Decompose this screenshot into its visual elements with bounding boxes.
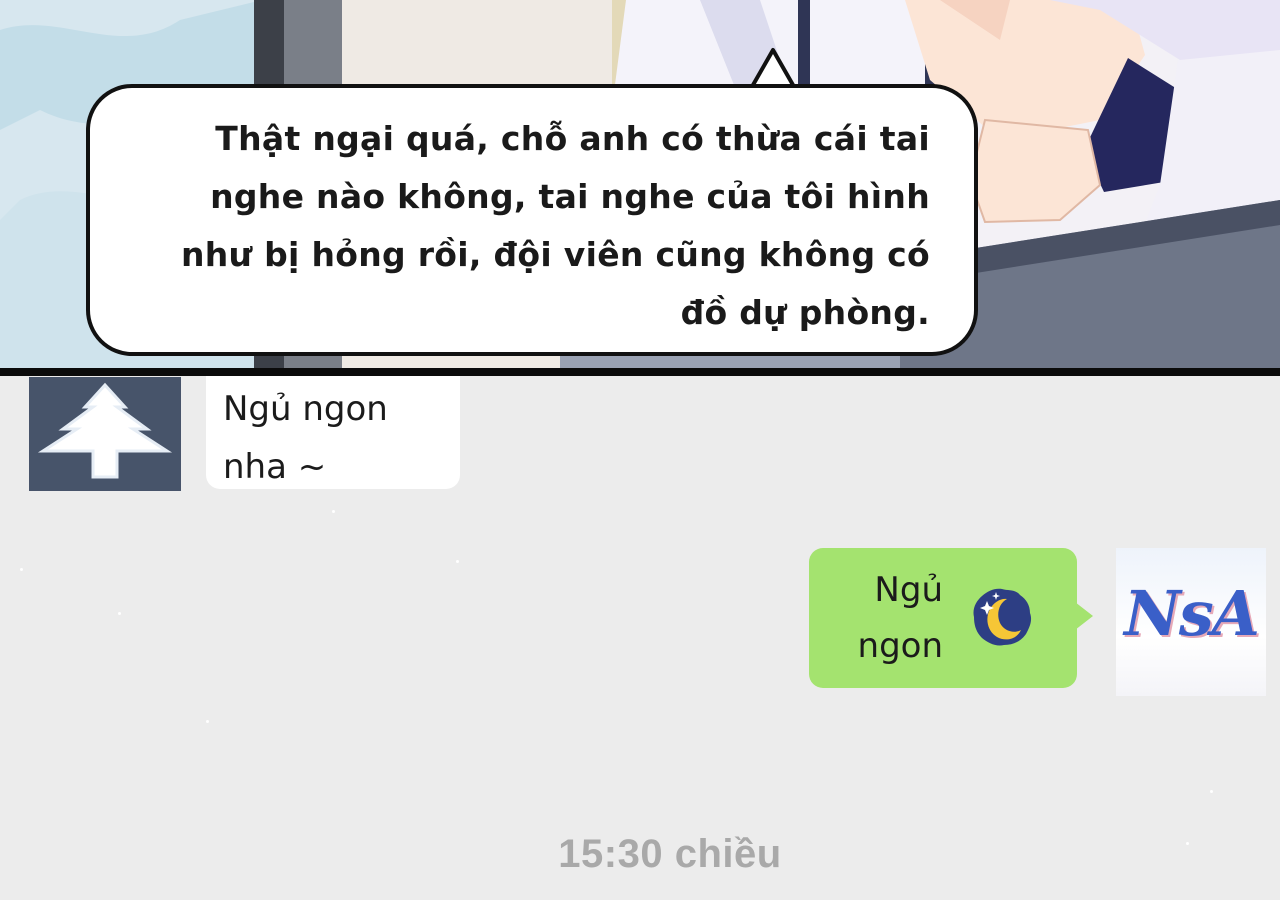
background-speck	[206, 720, 209, 723]
message-line: ngon	[857, 626, 943, 666]
speech-line: như bị hỏng rồi, đội viên cũng không có	[180, 235, 930, 274]
avatar-logo-text: NsA	[1124, 577, 1260, 650]
background-speck	[1186, 842, 1189, 845]
speech-line: nghe nào không, tai nghe của tôi hình	[210, 177, 930, 216]
outgoing-bubble-tail	[1075, 602, 1093, 630]
tree-icon	[37, 382, 173, 479]
incoming-message-bubble[interactable]: Ngủ ngon nha ~	[206, 376, 460, 489]
speech-line: Thật ngại quá, chỗ anh có thừa cái tai	[215, 119, 930, 158]
crescent-moon-icon	[973, 588, 1032, 646]
speech-bubble: Thật ngại quá, chỗ anh có thừa cái tai n…	[86, 84, 978, 356]
outgoing-message-text: Ngủ ngon	[858, 562, 943, 674]
message-line: Ngủ	[874, 570, 943, 610]
user-avatar[interactable]: NsA	[1116, 548, 1266, 696]
background-speck	[20, 568, 23, 571]
background-speck	[118, 612, 121, 615]
incoming-message-text: Ngủ ngon nha ~	[223, 380, 460, 496]
message-line: Ngủ ngon	[223, 389, 388, 429]
comic-panel: Thật ngại quá, chỗ anh có thừa cái tai n…	[0, 0, 1280, 372]
contact-avatar[interactable]	[29, 377, 181, 491]
background-speck	[332, 510, 335, 513]
speech-bubble-text: Thật ngại quá, chỗ anh có thừa cái tai n…	[130, 110, 930, 342]
background-speck	[456, 560, 459, 563]
speech-line: đồ dự phòng.	[680, 293, 930, 332]
background-speck	[1210, 790, 1213, 793]
message-timestamp: 15:30 chiều	[558, 832, 782, 876]
outgoing-message-bubble[interactable]: Ngủ ngon	[809, 548, 1077, 688]
panel-divider	[0, 368, 1280, 376]
message-line: nha ~	[223, 447, 327, 487]
